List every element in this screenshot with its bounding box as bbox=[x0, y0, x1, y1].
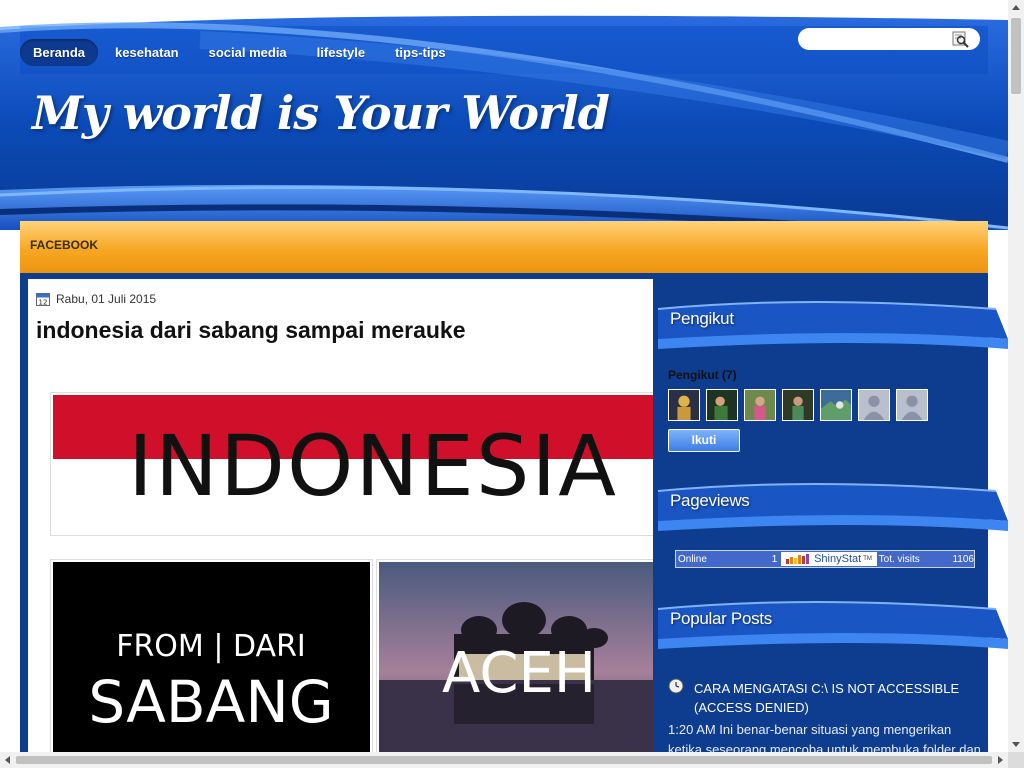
widget-title-pengikut: Pengikut bbox=[670, 309, 734, 328]
search-magnifier-icon[interactable] bbox=[952, 31, 970, 48]
indonesia-image-text: INDONESIA bbox=[128, 417, 618, 515]
secondary-menu-bar: FACEBOOK bbox=[20, 221, 988, 273]
avatar[interactable] bbox=[820, 389, 852, 421]
scroll-down-arrow-icon[interactable] bbox=[1008, 736, 1024, 752]
blog-title[interactable]: My world is Your World bbox=[32, 86, 610, 140]
post-title[interactable]: indonesia dari sabang sampai merauke bbox=[36, 317, 466, 344]
scroll-up-arrow-icon[interactable] bbox=[1008, 0, 1024, 16]
shinystat-brand: ShinyStat bbox=[814, 553, 862, 565]
total-visits-label: Tot. visits bbox=[878, 553, 920, 565]
post-date-text: Rabu, 01 Juli 2015 bbox=[56, 292, 157, 306]
widget-title-pageviews: Pageviews bbox=[670, 491, 750, 510]
avatar[interactable] bbox=[858, 389, 890, 421]
main-navigation: Beranda kesehatan social media lifestyle… bbox=[20, 38, 459, 66]
indonesia-flag-image[interactable]: INDONESIA bbox=[50, 392, 653, 536]
nav-item-social-media[interactable]: social media bbox=[196, 39, 300, 66]
avatar[interactable] bbox=[782, 389, 814, 421]
shinystat-logo: ShinyStat TM bbox=[781, 552, 877, 566]
avatar[interactable] bbox=[706, 389, 738, 421]
scroll-left-arrow-icon[interactable] bbox=[0, 752, 16, 768]
popular-post-snippet: 1:20 AM Ini benar-benar situasi yang men… bbox=[668, 722, 981, 752]
sidebar: Pengikut Pengikut (7) Ikuti Pageviews On… bbox=[656, 279, 1008, 752]
post-date: 12 Rabu, 01 Juli 2015 bbox=[36, 292, 156, 306]
follow-button[interactable]: Ikuti bbox=[668, 429, 740, 452]
facebook-link[interactable]: FACEBOOK bbox=[30, 238, 98, 252]
follower-avatars bbox=[668, 389, 928, 421]
nav-item-lifestyle[interactable]: lifestyle bbox=[304, 39, 378, 66]
sabang-image[interactable]: FROM | DARI SABANG bbox=[50, 559, 373, 752]
scrollbar-corner bbox=[1008, 752, 1024, 768]
shinystat-counter[interactable]: Online 1 ShinyStat TM Tot. visits 1106 bbox=[675, 550, 975, 568]
vertical-scroll-thumb[interactable] bbox=[1011, 18, 1021, 94]
calendar-icon: 12 bbox=[36, 293, 50, 307]
avatar[interactable] bbox=[744, 389, 776, 421]
svg-text:12: 12 bbox=[39, 299, 48, 307]
horizontal-scrollbar[interactable] bbox=[0, 752, 1008, 768]
horizontal-scroll-thumb[interactable] bbox=[16, 756, 992, 764]
bar-chart-icon bbox=[786, 554, 810, 564]
scroll-right-arrow-icon[interactable] bbox=[992, 752, 1008, 768]
search-input[interactable] bbox=[806, 30, 950, 50]
nav-item-tips-tips[interactable]: tips-tips bbox=[382, 39, 459, 66]
blog-header: Beranda kesehatan social media lifestyle… bbox=[0, 0, 1008, 230]
nav-item-beranda[interactable]: Beranda bbox=[20, 38, 99, 66]
avatar[interactable] bbox=[668, 389, 700, 421]
popular-post-link[interactable]: CARA MENGATASI C:\ IS NOT ACCESSIBLE (AC… bbox=[694, 679, 984, 717]
online-count: 1 bbox=[771, 553, 778, 565]
browser-viewport: Beranda kesehatan social media lifestyle… bbox=[0, 0, 1008, 752]
followers-count-label[interactable]: Pengikut (7) bbox=[668, 368, 737, 382]
nav-item-kesehatan[interactable]: kesehatan bbox=[102, 39, 192, 66]
clock-icon bbox=[668, 678, 684, 694]
shinystat-tm: TM bbox=[863, 556, 872, 562]
widget-title-popular-posts: Popular Posts bbox=[670, 609, 772, 628]
vertical-scrollbar[interactable] bbox=[1008, 0, 1024, 752]
online-label: Online bbox=[678, 553, 707, 565]
sabang-line2-text: SABANG bbox=[88, 668, 333, 736]
aceh-image-text: ACEH bbox=[442, 641, 596, 706]
blog-post: 12 Rabu, 01 Juli 2015 indonesia dari sab… bbox=[28, 279, 653, 752]
aceh-mosque-image[interactable]: ACEH bbox=[376, 559, 653, 752]
sabang-line1-text: FROM | DARI bbox=[116, 629, 306, 664]
content-wrapper: 12 Rabu, 01 Juli 2015 indonesia dari sab… bbox=[20, 273, 1008, 752]
total-visits-count: 1106 bbox=[952, 553, 974, 565]
avatar[interactable] bbox=[896, 389, 928, 421]
